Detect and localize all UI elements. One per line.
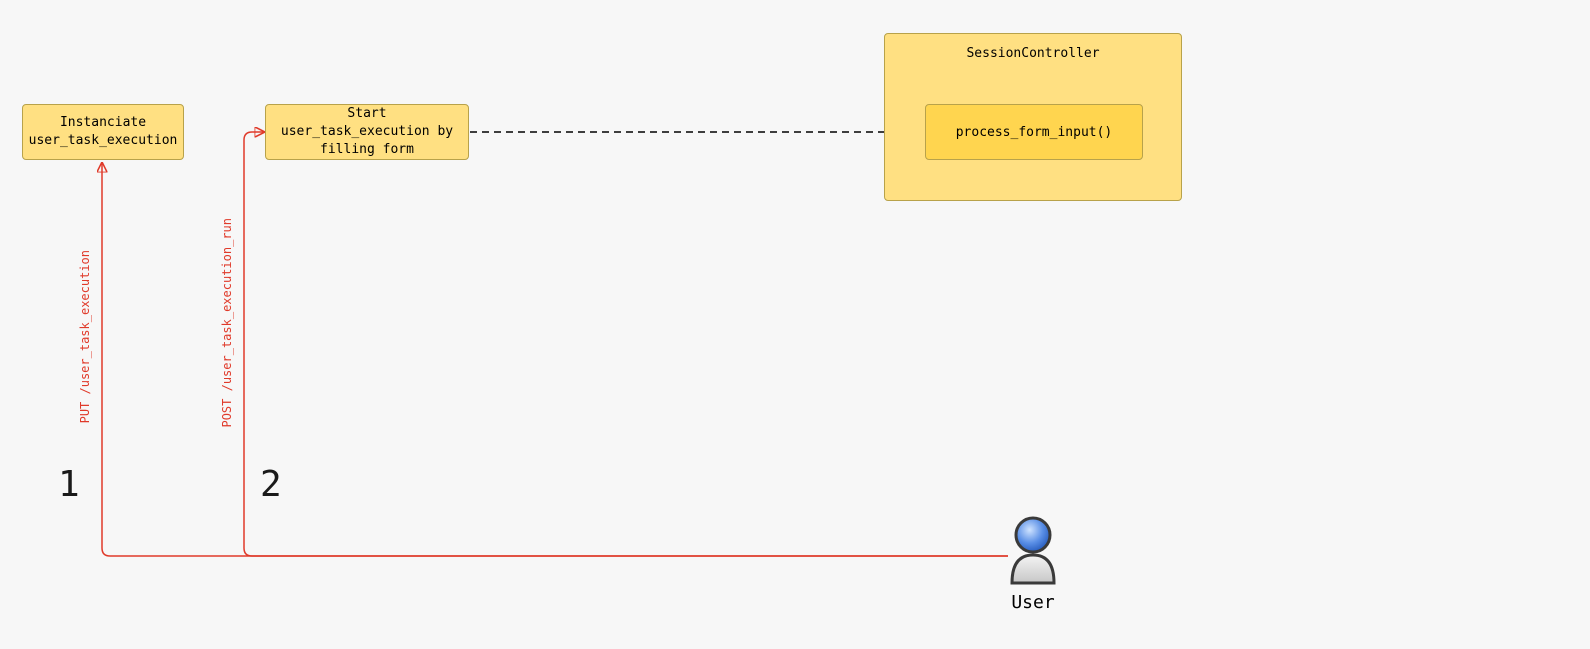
edge2-label: POST /user_task_execution_run — [220, 218, 234, 428]
node-session-controller: SessionController process_form_input() — [884, 33, 1182, 201]
node-start: Start user_task_execution by filling for… — [265, 104, 469, 160]
edge1-label: PUT /user_task_execution — [78, 250, 92, 423]
session-controller-title: SessionController — [885, 46, 1181, 61]
step-number-1: 1 — [58, 464, 80, 505]
node-start-line2: filling form — [320, 142, 414, 157]
user-icon — [1006, 513, 1060, 585]
edge-user-to-instanciate — [102, 163, 1008, 556]
arrows-layer — [0, 0, 1590, 649]
user-label: User — [1010, 592, 1056, 613]
node-start-line1: Start user_task_execution by — [281, 106, 453, 139]
node-instanciate-line2: user_task_execution — [29, 133, 178, 148]
node-instanciate-line1: Instanciate — [60, 115, 146, 130]
node-instanciate: Instanciate user_task_execution — [22, 104, 184, 160]
diagram-stage: { "nodes": { "instanciate": {"line1":"In… — [0, 0, 1590, 649]
node-process-form-input: process_form_input() — [925, 104, 1143, 160]
step-number-2: 2 — [260, 464, 282, 505]
process-form-input-label: process_form_input() — [956, 125, 1113, 140]
